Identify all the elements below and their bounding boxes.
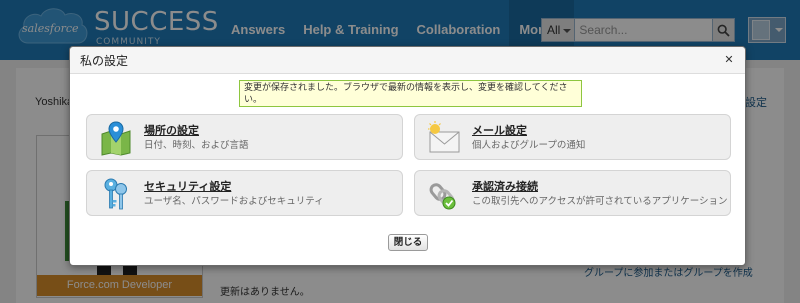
email-settings-tile[interactable]: メール設定 個人およびグループの通知 [414, 114, 731, 160]
location-map-icon [101, 121, 131, 156]
security-settings-title[interactable]: セキュリティ設定 [144, 178, 231, 194]
keys-icon [104, 178, 127, 210]
approved-connections-desc: この取引先へのアクセスが許可されているアプリケーション [472, 196, 728, 207]
connected-apps-icon [429, 183, 456, 210]
security-settings-tile[interactable]: セキュリティ設定 ユーザ名、パスワードおよびセキュリティ [86, 170, 403, 216]
email-settings-title[interactable]: メール設定 [472, 122, 527, 138]
close-icon[interactable]: ✕ [723, 54, 735, 66]
close-button[interactable]: 閉じる [388, 234, 428, 251]
security-settings-desc: ユーザ名、パスワードおよびセキュリティ [144, 196, 324, 207]
save-confirmation-message: 変更が保存されました。ブラウザで最新の情報を表示し、変更を確認してください。 [239, 80, 582, 107]
location-settings-desc: 日付、時刻、および言語 [144, 140, 249, 151]
approved-connections-tile[interactable]: 承認済み接続 この取引先へのアクセスが許可されているアプリケーション [414, 170, 731, 216]
email-icon [428, 121, 460, 153]
dialog-title: 私の設定 [80, 54, 129, 68]
location-settings-tile[interactable]: 場所の設定 日付、時刻、および言語 [86, 114, 403, 160]
location-settings-title[interactable]: 場所の設定 [144, 122, 199, 138]
email-settings-desc: 個人およびグループの通知 [472, 140, 586, 151]
my-settings-dialog: 私の設定 ✕ 変更が保存されました。ブラウザで最新の情報を表示し、変更を確認して… [69, 46, 746, 266]
approved-connections-title[interactable]: 承認済み接続 [472, 178, 538, 194]
dialog-header: 私の設定 ✕ [70, 47, 745, 74]
